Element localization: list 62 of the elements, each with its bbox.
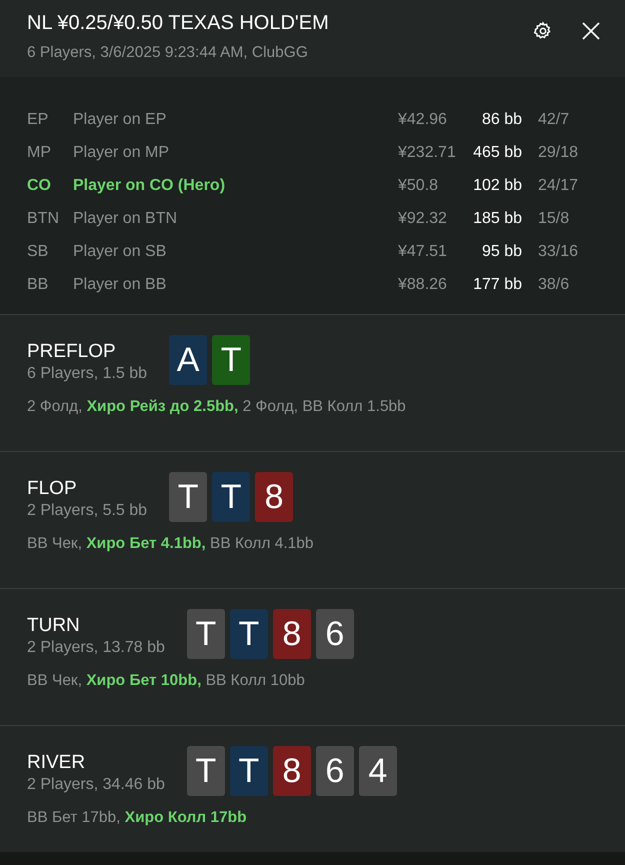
action-summary: BB Чек, Хиро Бет 4.1bb, BB Колл 4.1bb — [27, 535, 314, 553]
playing-card: 6 — [316, 746, 354, 796]
playing-card: 8 — [272, 746, 311, 796]
stack-amount: ¥88.26 — [398, 276, 448, 294]
playing-card: T — [212, 335, 250, 385]
street-name: RIVER — [27, 752, 86, 774]
close-icon — [581, 21, 601, 41]
playing-card: T — [230, 609, 268, 659]
window-title: NL ¥0.25/¥0.50 TEXAS HOLD'EM — [27, 11, 330, 35]
stack-bb: 185 bb — [472, 210, 522, 228]
playing-card: T — [169, 472, 208, 522]
stack-amount: ¥232.71 — [398, 144, 457, 162]
stack-bb: 102 bb — [472, 176, 522, 194]
position-label: EP — [27, 110, 50, 128]
street-info: 2 Players, 5.5 bb — [27, 502, 148, 520]
hand-info: 6 Players, 3/6/2025 9:23:44 AM, ClubGG — [27, 44, 309, 62]
action-summary: BB Бет 17bb, Хиро Колл 17bb — [27, 809, 248, 827]
settings-button[interactable] — [533, 21, 553, 41]
playing-card: T — [230, 746, 268, 796]
stack-bb: 177 bb — [472, 276, 522, 294]
action-summary: BB Чек, Хиро Бет 10bb, BB Колл 10bb — [27, 672, 306, 690]
street-name: PREFLOP — [27, 341, 117, 363]
stack-bb: 465 bb — [472, 144, 522, 162]
settings-icon — [533, 21, 553, 41]
stack-bb: 95 bb — [480, 242, 522, 260]
stack-bb: 86 bb — [480, 110, 522, 128]
street-info: 2 Players, 13.78 bb — [27, 639, 165, 657]
position-label: BTN — [27, 210, 60, 228]
player-name: Player on BB — [73, 276, 168, 294]
player-stats: 38/6 — [538, 276, 570, 294]
stack-amount: ¥47.51 — [398, 242, 448, 260]
stack-amount: ¥92.32 — [398, 210, 448, 228]
player-name: Player on CO (Hero) — [73, 176, 226, 194]
street-info: 2 Players, 34.46 bb — [27, 776, 165, 794]
playing-card: 6 — [316, 609, 354, 659]
player-stats: 15/8 — [538, 210, 570, 228]
player-stats: 33/16 — [538, 242, 578, 260]
player-name: Player on MP — [73, 144, 170, 162]
stack-amount: ¥50.8 — [398, 176, 440, 194]
street-name: TURN — [27, 615, 81, 637]
street-name: FLOP — [27, 478, 78, 500]
player-stats: 29/18 — [538, 144, 578, 162]
playing-card: 4 — [358, 746, 397, 796]
close-button[interactable] — [581, 21, 601, 41]
position-label: SB — [27, 242, 50, 260]
street-info: 6 Players, 1.5 bb — [27, 365, 148, 383]
position-label: CO — [27, 176, 52, 194]
playing-card: A — [169, 335, 208, 385]
playing-card: T — [186, 609, 225, 659]
stack-amount: ¥42.96 — [398, 110, 448, 128]
player-name: Player on SB — [73, 242, 168, 260]
player-name: Player on BTN — [73, 210, 178, 228]
playing-card: 8 — [255, 472, 294, 522]
playing-card: T — [186, 746, 225, 796]
position-label: MP — [27, 144, 52, 162]
player-stats: 24/17 — [538, 176, 578, 194]
position-label: BB — [27, 276, 50, 294]
player-name: Player on EP — [73, 110, 168, 128]
action-summary: 2 Фолд, Хиро Рейз до 2.5bb, 2 Фолд, BB Колл 1.5bb — [27, 398, 407, 416]
playing-card: 8 — [272, 609, 311, 659]
player-stats: 42/7 — [538, 110, 570, 128]
playing-card: T — [212, 472, 250, 522]
